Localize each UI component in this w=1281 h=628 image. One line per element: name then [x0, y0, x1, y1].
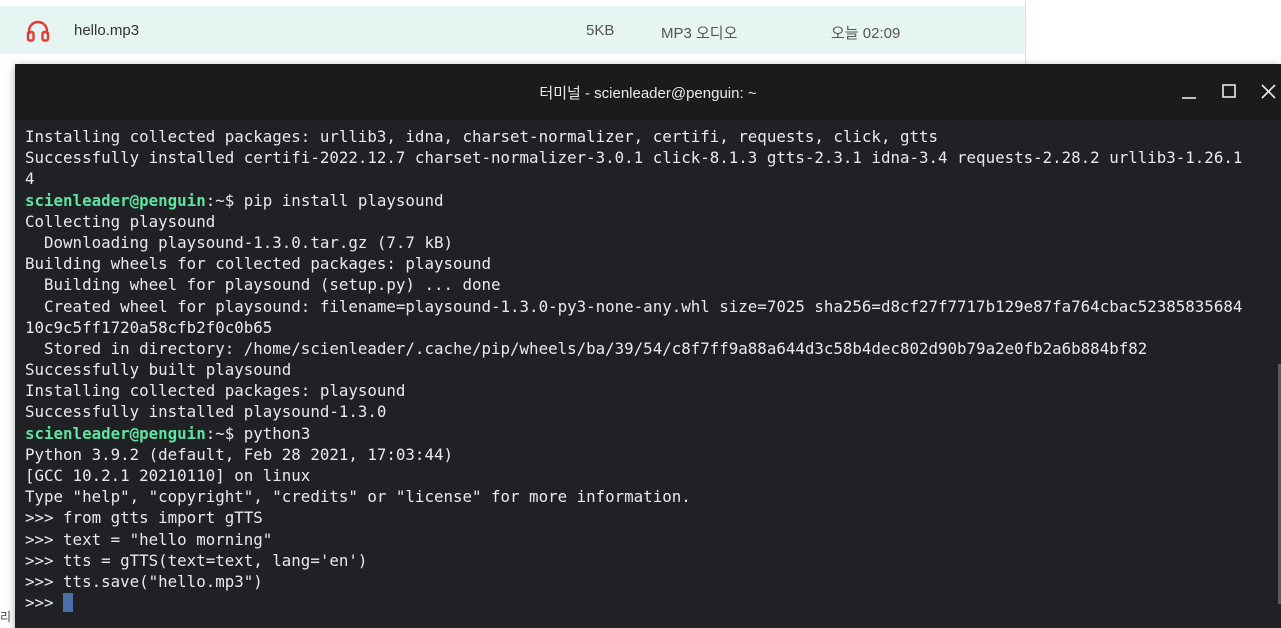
terminal-output-line: Building wheels for collected packages: … [25, 254, 492, 274]
file-manager-divider [1025, 0, 1026, 64]
terminal-output-line: Collecting playsound [25, 211, 216, 231]
terminal-input-line: >>> [25, 592, 1275, 613]
file-size: 5KB [586, 22, 615, 39]
close-button[interactable] [1257, 80, 1281, 104]
python-prompt: >>> [25, 593, 64, 613]
terminal-output-line: Python 3.9.2 (default, Feb 28 2021, 17:0… [25, 444, 453, 464]
file-type: MP3 오디오 [661, 25, 738, 42]
maximize-icon [1222, 84, 1236, 98]
minimize-button[interactable] [1177, 80, 1201, 104]
minimize-icon [1182, 97, 1196, 99]
terminal-output-line: 4 [25, 169, 35, 189]
terminal-output-line: Installing collected packages: playsound [25, 381, 406, 401]
terminal-output-line: Successfully built playsound [25, 360, 292, 380]
terminal-output-line: Installing collected packages: urllib3, … [25, 127, 939, 146]
window-title: 터미널 - scienleader@penguin: ~ [539, 85, 757, 102]
terminal-output[interactable]: Installing collected packages: urllib3, … [25, 126, 1275, 622]
terminal-output-line: Building wheel for playsound (setup.py) … [25, 275, 501, 295]
terminal-output-line: Downloading playsound-1.3.0.tar.gz (7.7 … [25, 232, 453, 252]
prompt-command: python3 [243, 423, 311, 443]
terminal-window[interactable]: 터미널 - scienleader@penguin: ~ Installing … [15, 64, 1281, 628]
terminal-output-line: Type "help", "copyright", "credits" or "… [25, 487, 691, 507]
text-cursor[interactable] [63, 593, 74, 613]
terminal-output-line: [GCC 10.2.1 20210110] on linux [25, 466, 311, 485]
terminal-output-line: Created wheel for playsound: filename=pl… [25, 296, 1243, 316]
prompt-path: :~$ [205, 190, 244, 210]
terminal-output-line: >>> text = "hello morning" [25, 529, 273, 549]
prompt-user: scienleader@penguin [25, 190, 206, 210]
terminal-titlebar[interactable]: 터미널 - scienleader@penguin: ~ [15, 64, 1281, 120]
terminal-output-line: >>> from gtts import gTTS [25, 508, 263, 528]
terminal-output-line: Stored in directory: /home/scienleader/.… [25, 338, 1148, 358]
file-list-row[interactable]: hello.mp3 5KB MP3 오디오 오늘 02:09 [0, 6, 1025, 54]
terminal-output-line: Successfully installed certifi-2022.12.7… [25, 148, 1243, 168]
prompt-user: scienleader@penguin [25, 423, 206, 443]
terminal-output-line: >>> tts = gTTS(text=text, lang='en') [25, 550, 368, 570]
maximize-button[interactable] [1217, 80, 1241, 104]
prompt-command: pip install playsound [243, 190, 444, 210]
terminal-prompt-line: scienleader@penguin:~$ python3 [25, 423, 1275, 444]
prompt-path: :~$ [205, 423, 244, 443]
close-icon [1261, 84, 1276, 99]
file-name: hello.mp3 [74, 22, 140, 39]
file-modified-date: 오늘 02:09 [831, 25, 901, 42]
file-manager-clipped-label: 리 [0, 610, 12, 624]
terminal-output-line: Successfully installed playsound-1.3.0 [25, 402, 387, 422]
terminal-output-line: 10c9c5ff1720a58cfb2f0c0b65 [25, 317, 273, 337]
terminal-prompt-line: scienleader@penguin:~$ pip install plays… [25, 190, 1275, 211]
headphones-icon [26, 19, 50, 43]
terminal-output-line: >>> tts.save("hello.mp3") [25, 571, 263, 591]
